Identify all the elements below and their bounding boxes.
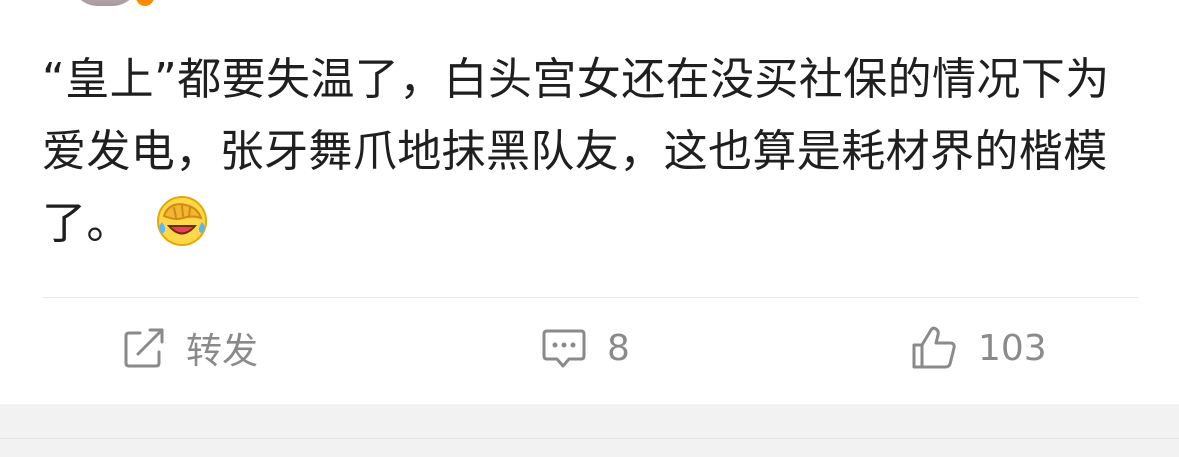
divider — [0, 438, 1179, 439]
post-text-block: “皇上”都要失温了，白头宫女还在没买社保的情况下为爱发电，张牙舞爪地抹黑队友，这… — [42, 44, 1142, 260]
weibo-post-card: “皇上”都要失温了，白头宫女还在没买社保的情况下为爱发电，张牙舞爪地抹黑队友，这… — [0, 0, 1179, 404]
face-palm-laughing-emoji-icon — [155, 194, 209, 248]
avatar-badge — [136, 0, 154, 6]
repost-icon — [122, 326, 166, 370]
repost-label: 转发 — [186, 331, 259, 372]
comment-count: 8 — [607, 327, 630, 369]
like-count: 103 — [978, 327, 1047, 369]
feed-separator — [0, 404, 1179, 457]
divider — [42, 297, 1138, 298]
thumbs-up-icon — [910, 325, 958, 371]
repost-button[interactable]: 转发 — [122, 318, 258, 378]
like-button[interactable]: 103 — [910, 318, 1047, 378]
comment-button[interactable]: 8 — [541, 318, 630, 378]
avatar[interactable] — [70, 0, 140, 6]
comment-icon — [541, 326, 587, 370]
